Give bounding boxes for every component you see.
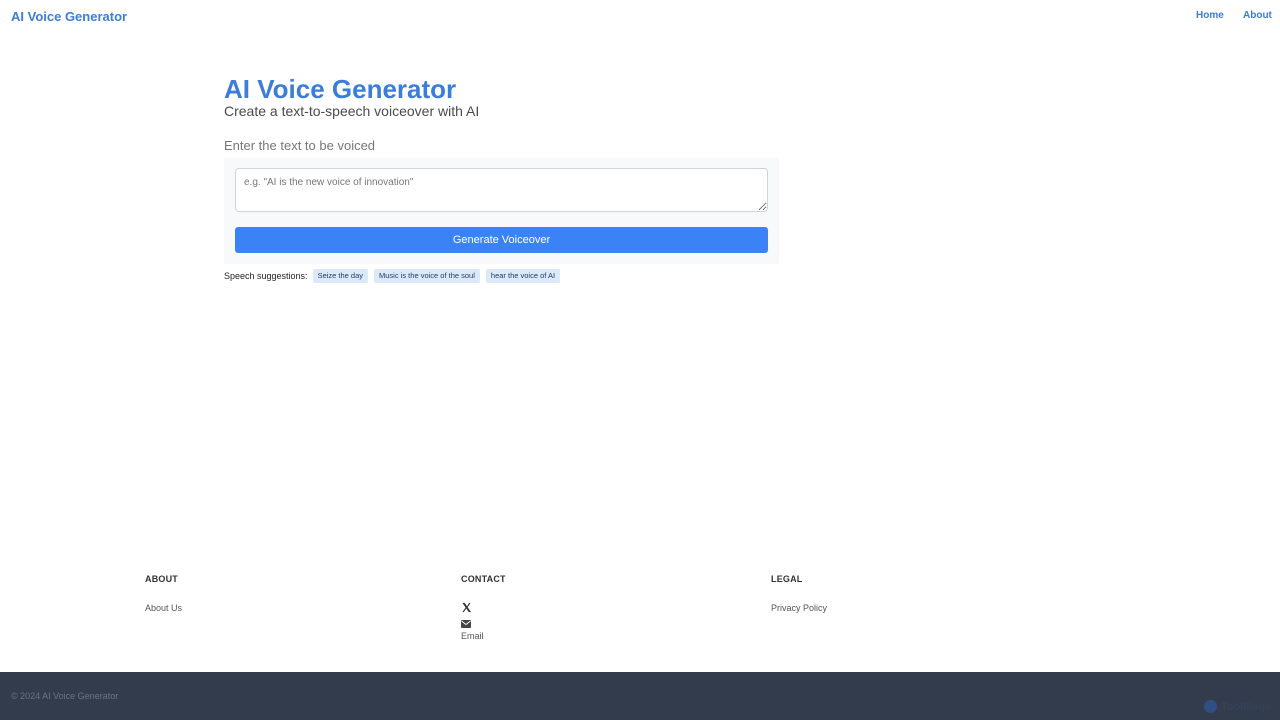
speech-suggestions: Speech suggestions: Seize the day Music … [224, 269, 566, 283]
suggestions-label: Speech suggestions: [224, 271, 308, 281]
copyright-text: © 2024 AI Voice Generator [11, 691, 119, 701]
nav-about-link[interactable]: About [1243, 10, 1272, 21]
footer-contact-column: CONTACT Email [461, 574, 506, 641]
privacy-policy-link[interactable]: Privacy Policy [771, 603, 827, 613]
x-logo-icon[interactable] [461, 602, 472, 613]
page-title: AI Voice Generator [224, 74, 457, 104]
suggestion-chip[interactable]: hear the voice of AI [485, 269, 561, 283]
footer-bottom-bar: © 2024 AI Voice Generator ToolMage [0, 672, 1280, 720]
suggestion-chip[interactable]: Seize the day [312, 269, 369, 283]
toolmage-logo-icon [1204, 700, 1217, 713]
email-link[interactable]: Email [461, 631, 506, 641]
top-navbar: AI Voice Generator Home About [0, 0, 1280, 34]
brand-link[interactable]: AI Voice Generator [11, 9, 127, 24]
generate-voiceover-button[interactable]: Generate Voiceover [235, 227, 768, 253]
about-us-link[interactable]: About Us [145, 603, 182, 613]
footer-contact-heading: CONTACT [461, 574, 506, 584]
text-input-label: Enter the text to be voiced [224, 138, 376, 153]
toolmage-watermark: ToolMage [1204, 700, 1272, 713]
envelope-icon[interactable] [461, 620, 471, 628]
footer-legal-column: LEGAL Privacy Policy [771, 574, 827, 613]
footer-legal-heading: LEGAL [771, 574, 803, 584]
text-input[interactable] [235, 168, 768, 212]
footer-about-heading: ABOUT [145, 574, 178, 584]
voiceover-form: Generate Voiceover [224, 158, 779, 264]
suggestion-chip[interactable]: Music is the voice of the soul [374, 269, 480, 283]
nav-home-link[interactable]: Home [1196, 10, 1224, 21]
watermark-text: ToolMage [1221, 700, 1272, 713]
page-subtitle: Create a text-to-speech voiceover with A… [224, 103, 480, 119]
footer-about-column: ABOUT About Us [145, 574, 182, 613]
